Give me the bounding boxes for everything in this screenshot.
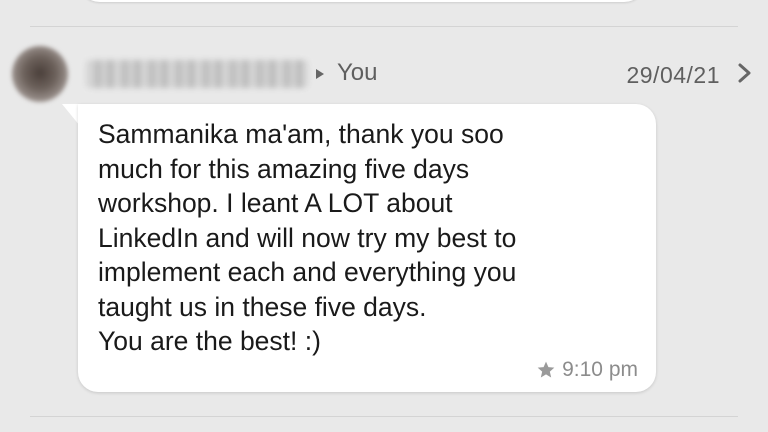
- star-icon: [537, 361, 555, 378]
- arrow-right-icon: [316, 69, 324, 79]
- divider: [30, 26, 738, 27]
- message-meta: 9:10 pm: [536, 358, 638, 382]
- message-screen: You 29/04/21 Sammanika ma'am, thank you …: [0, 0, 768, 432]
- avatar[interactable]: [12, 46, 68, 102]
- sender-name-redacted: [86, 60, 308, 88]
- chevron-right-icon[interactable]: [733, 62, 755, 84]
- message-body: Sammanika ma'am, thank you soo much for …: [98, 119, 517, 356]
- message-bubble[interactable]: Sammanika ma'am, thank you soo much for …: [78, 104, 656, 392]
- previous-message-bubble[interactable]: [78, 0, 646, 2]
- message-header[interactable]: You 29/04/21: [0, 40, 768, 108]
- divider: [30, 416, 738, 417]
- recipient-label: You: [337, 59, 378, 86]
- message-date: 29/04/21: [626, 62, 720, 88]
- message-time: 9:10 pm: [562, 358, 638, 381]
